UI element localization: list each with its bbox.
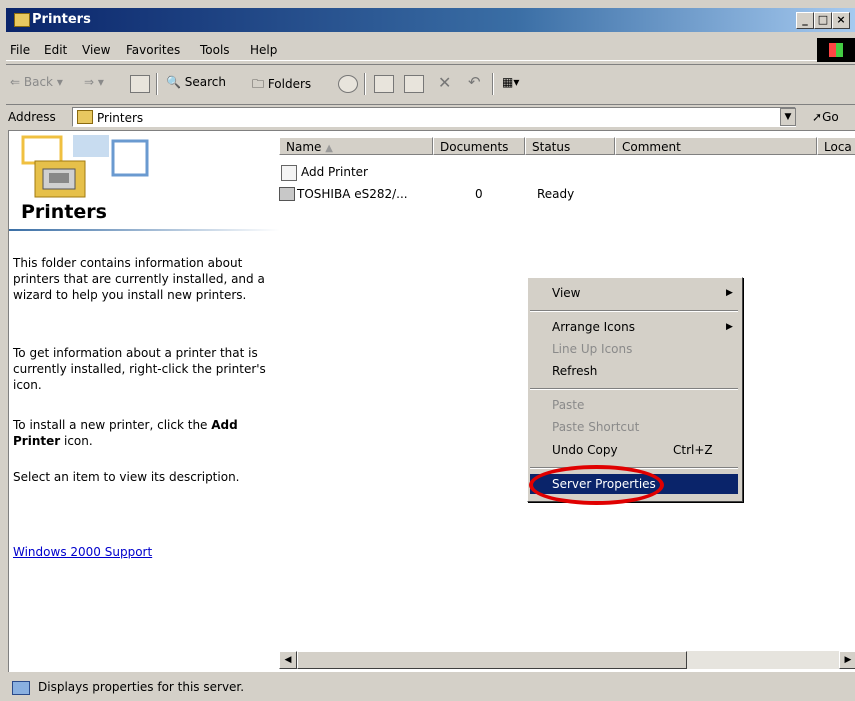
printer-info-hint: To get information about a printer that … [13,346,266,392]
select-item-hint: Select an item to view its description. [13,470,240,484]
address-value: Printers [97,111,144,125]
views-button[interactable]: ▦▾ [502,75,519,89]
menu-item-paste: Paste [552,398,585,412]
menu-item-view[interactable]: View [552,286,580,300]
status-text: Displays properties for this server. [38,680,245,694]
printers-folder-icon [14,13,30,27]
menu-view[interactable]: View [82,43,110,57]
annotation-circle [529,465,664,505]
scroll-left-button[interactable]: ◀ [279,651,297,669]
add-printer-hint: To install a new printer, click the Add … [13,418,238,448]
submenu-arrow-icon: ▶ [726,288,733,298]
column-header-status[interactable]: Status [525,137,615,155]
menu-item-refresh[interactable]: Refresh [552,364,597,378]
windows-2000-support-link[interactable]: Windows 2000 Support [13,544,277,560]
address-dropdown-button[interactable]: ▼ [780,108,796,126]
printers-banner-icon [21,135,149,198]
address-input[interactable]: Printers [72,107,796,127]
page-title: Printers [21,201,107,223]
history-icon[interactable] [338,75,358,93]
maximize-button[interactable]: □ [814,12,832,29]
toolbar: ⇐ Back ▾ ⇒ ▾ 🔍 Search 🗀 Folders ✕ ↶ ▦▾ [6,64,855,105]
up-folder-icon[interactable] [130,75,150,93]
move-to-icon[interactable] [374,75,394,93]
computer-icon [12,681,30,695]
menu-item-undo-copy[interactable]: Undo Copy [552,443,618,457]
column-header-location[interactable]: Loca [817,137,855,155]
item-documents: 0 [475,187,483,201]
back-button[interactable]: ⇐ Back ▾ [10,75,63,89]
menu-item-paste-shortcut: Paste Shortcut [552,420,640,434]
title-divider [9,229,280,231]
printers-folder-icon [77,110,93,124]
scroll-thumb[interactable] [297,651,687,669]
folders-button[interactable]: 🗀 Folders [252,75,311,96]
menu-edit[interactable]: Edit [44,43,67,57]
column-header-comment[interactable]: Comment [615,137,817,155]
minimize-button[interactable]: _ [796,12,814,29]
menu-file[interactable]: File [10,43,30,57]
item-name: Add Printer [301,165,368,179]
menu-help[interactable]: Help [250,43,277,57]
delete-icon[interactable]: ✕ [438,73,451,92]
item-status: Ready [537,187,575,201]
address-bar: Address Printers ▼ ➚Go [6,104,855,129]
undo-icon[interactable]: ↶ [468,73,481,91]
scroll-right-button[interactable]: ▶ [839,651,855,669]
column-header-documents[interactable]: Documents [433,137,525,155]
menu-bar: File Edit View Favorites Tools Help [6,38,855,61]
menu-favorites[interactable]: Favorites [126,43,180,57]
search-button[interactable]: 🔍 Search [166,75,226,89]
copy-to-icon[interactable] [404,75,424,93]
address-label: Address [8,110,56,124]
undo-shortcut: Ctrl+Z [673,443,713,457]
menu-item-line-up-icons: Line Up Icons [552,342,633,356]
web-view-pane: Printers This folder contains informatio… [8,130,280,672]
menu-item-arrange-icons[interactable]: Arrange Icons [552,320,635,334]
item-name: TOSHIBA eS282/... [297,187,408,201]
submenu-arrow-icon: ▶ [726,322,733,332]
horizontal-scrollbar[interactable]: ◀ ▶ [279,651,855,669]
add-printer-icon [281,165,297,181]
go-button[interactable]: ➚Go [812,110,839,124]
close-button[interactable]: × [832,12,850,29]
explorer-window: Printers _ □ × File Edit View Favorites … [0,0,855,701]
printer-icon [279,187,295,201]
windows-logo-icon [817,38,855,62]
title-bar[interactable]: Printers _ □ × [6,8,855,32]
column-header-name[interactable]: Name ▲ [279,137,433,155]
folder-description: This folder contains information about p… [13,256,265,302]
status-bar: Displays properties for this server. [6,676,855,698]
window-title: Printers [32,12,91,27]
forward-button[interactable]: ⇒ ▾ [84,75,104,89]
menu-tools[interactable]: Tools [200,43,230,57]
